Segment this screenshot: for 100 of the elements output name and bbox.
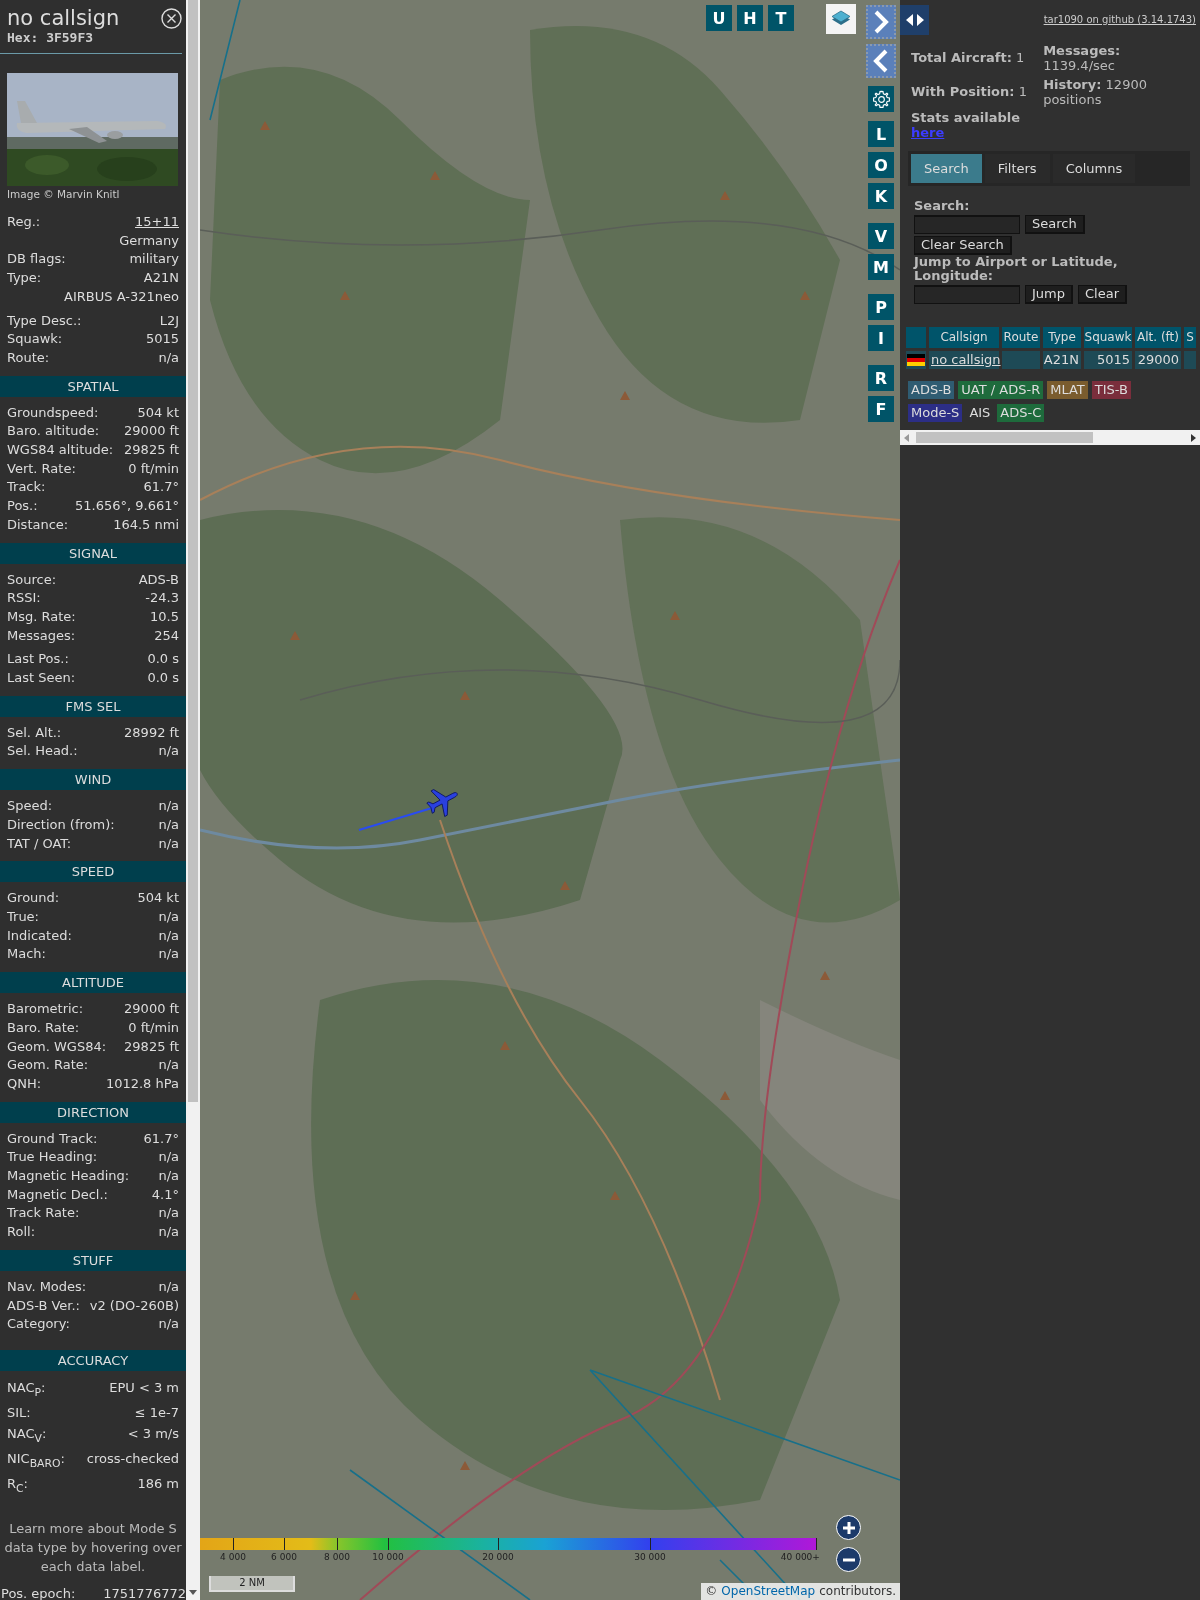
layers-button[interactable]: [826, 4, 856, 34]
field-label: Sel. Alt.:: [7, 723, 62, 742]
field-value: 10.5: [150, 607, 179, 626]
github-link[interactable]: tar1090 on github (3.14.1743): [1043, 14, 1196, 25]
field-value: 61.7°: [143, 478, 179, 497]
field-label: True:: [7, 908, 39, 926]
jump-button[interactable]: Jump: [1025, 285, 1073, 304]
table-cell: 5015: [1084, 351, 1132, 369]
map-toggle-button[interactable]: V: [868, 223, 894, 249]
next-button[interactable]: [866, 5, 896, 39]
map-toggle-button[interactable]: I: [868, 325, 894, 351]
altitude-label: 4 000: [220, 1552, 246, 1563]
field-label: Geom. Rate:: [7, 1056, 89, 1075]
field-value: n/a: [158, 1167, 179, 1185]
field-label: Track Rate:: [7, 1204, 80, 1223]
source-tag: ADS-B: [908, 381, 955, 399]
field-value: 186 m: [137, 1474, 179, 1493]
section-header: DIRECTION: [0, 1101, 186, 1123]
field-value: -24.3: [145, 589, 179, 608]
column-header[interactable]: Squawk: [1084, 327, 1132, 348]
photo-credit: Image © Marvin Knitl: [6, 187, 121, 201]
field-label: R$_{C}$:: [7, 1474, 28, 1497]
horizontal-scrollbar[interactable]: [900, 430, 1200, 445]
field-label: True Heading:: [7, 1148, 98, 1167]
field-label: Sel. Head.:: [7, 742, 78, 761]
field-value: 504 kt: [137, 403, 179, 422]
callsign-link[interactable]: no callsign: [929, 352, 1001, 367]
stat-text: Messages: 1139.4/sec: [1043, 43, 1122, 73]
field-label: Baro. Rate:: [7, 1018, 80, 1037]
stat-text: Total Aircraft: 1: [911, 50, 1026, 65]
map-toggle-button[interactable]: L: [868, 121, 894, 147]
previous-button[interactable]: [866, 44, 896, 78]
section-header: STUFF: [0, 1249, 186, 1271]
search-label: Search:: [914, 199, 971, 213]
map-toggle-button[interactable]: P: [868, 294, 894, 320]
field-label: Track:: [7, 478, 46, 497]
source-tag: ADS-C: [997, 404, 1045, 422]
field-value: EPU < 3 m: [109, 1378, 179, 1397]
scroll-right-arrow-icon[interactable]: [1189, 432, 1197, 443]
section-header: ALTITUDE: [0, 972, 186, 994]
clear-button[interactable]: Clear: [1078, 285, 1127, 304]
stat-text: History: 12900 positions: [1043, 77, 1148, 107]
scroll-down-arrow-icon[interactable]: [188, 1588, 198, 1596]
clear-search-button[interactable]: Clear Search: [914, 236, 1012, 255]
attribution-link[interactable]: OpenStreetMap: [721, 1584, 816, 1599]
field-value: n/a: [158, 1148, 179, 1167]
column-header[interactable]: Callsign: [929, 327, 999, 348]
column-header[interactable]: S: [1184, 327, 1196, 348]
close-icon[interactable]: [161, 8, 182, 29]
help-note: Learn more about Mode S data type by hovering over each data label.: [3, 1519, 183, 1576]
field-label: Squawk:: [7, 330, 63, 349]
field-value: 29000 ft: [124, 422, 179, 441]
map-toggle-button[interactable]: O: [868, 152, 894, 178]
map-toggle-button[interactable]: F: [868, 396, 894, 422]
map-toggle-button[interactable]: K: [868, 183, 894, 209]
field-label: Groundspeed:: [7, 403, 99, 422]
tab[interactable]: Search: [911, 154, 982, 183]
search-button[interactable]: Search: [1025, 215, 1085, 234]
column-header[interactable]: Alt. (ft): [1135, 327, 1181, 348]
column-header: [906, 327, 926, 348]
source-tag: Mode-S: [908, 404, 963, 422]
column-header[interactable]: Route: [1002, 327, 1040, 348]
search-field[interactable]: [914, 215, 1020, 234]
map-toggle-button[interactable]: M: [868, 254, 894, 280]
jump-field[interactable]: [914, 285, 1020, 304]
expand-button[interactable]: [900, 5, 929, 35]
tab[interactable]: Columns: [1052, 154, 1136, 183]
map-toggle-button[interactable]: U: [706, 5, 732, 31]
field-label: Direction (from):: [7, 815, 115, 834]
map-toggle-button[interactable]: H: [737, 5, 763, 31]
field-value: n/a: [158, 945, 179, 964]
field-label: Reg.:: [7, 213, 41, 231]
registration-link[interactable]: 15+11: [135, 213, 179, 232]
settings-icon: [871, 89, 891, 109]
field-value: n/a: [158, 926, 179, 945]
field-value: military: [129, 250, 179, 269]
table-cell: [1002, 351, 1040, 369]
field-label: DB flags:: [7, 250, 66, 269]
field-label: QNH:: [7, 1074, 42, 1093]
scrollbar[interactable]: [186, 0, 200, 1600]
field-value: n/a: [158, 1223, 179, 1242]
stat-text: With Position: 1: [911, 84, 1028, 99]
table-cell: A21N: [1043, 351, 1081, 369]
aircraft-icon[interactable]: [426, 789, 458, 817]
map-toggle-button[interactable]: R: [868, 365, 894, 391]
field-value: 5015: [145, 330, 179, 349]
section-header: FMS SEL: [0, 695, 186, 717]
field-value: v2 (DO-260B): [89, 1296, 179, 1315]
tab[interactable]: Filters: [984, 154, 1050, 183]
map-toggle-button[interactable]: T: [768, 5, 794, 31]
scale-bar: 2 NM: [209, 1576, 295, 1592]
column-header[interactable]: Type: [1043, 327, 1081, 348]
field-value: 29825 ft: [124, 441, 179, 460]
field-value: n/a: [158, 1204, 179, 1223]
copyright-mark: ©: [705, 1584, 718, 1599]
field-label: NAC$_{P}$:: [7, 1378, 46, 1401]
field-value: 1012.8 hPa: [105, 1074, 179, 1093]
settings-button[interactable]: [868, 86, 894, 112]
field-label: Magnetic Decl.:: [7, 1185, 108, 1204]
field-label: Speed:: [7, 797, 53, 816]
